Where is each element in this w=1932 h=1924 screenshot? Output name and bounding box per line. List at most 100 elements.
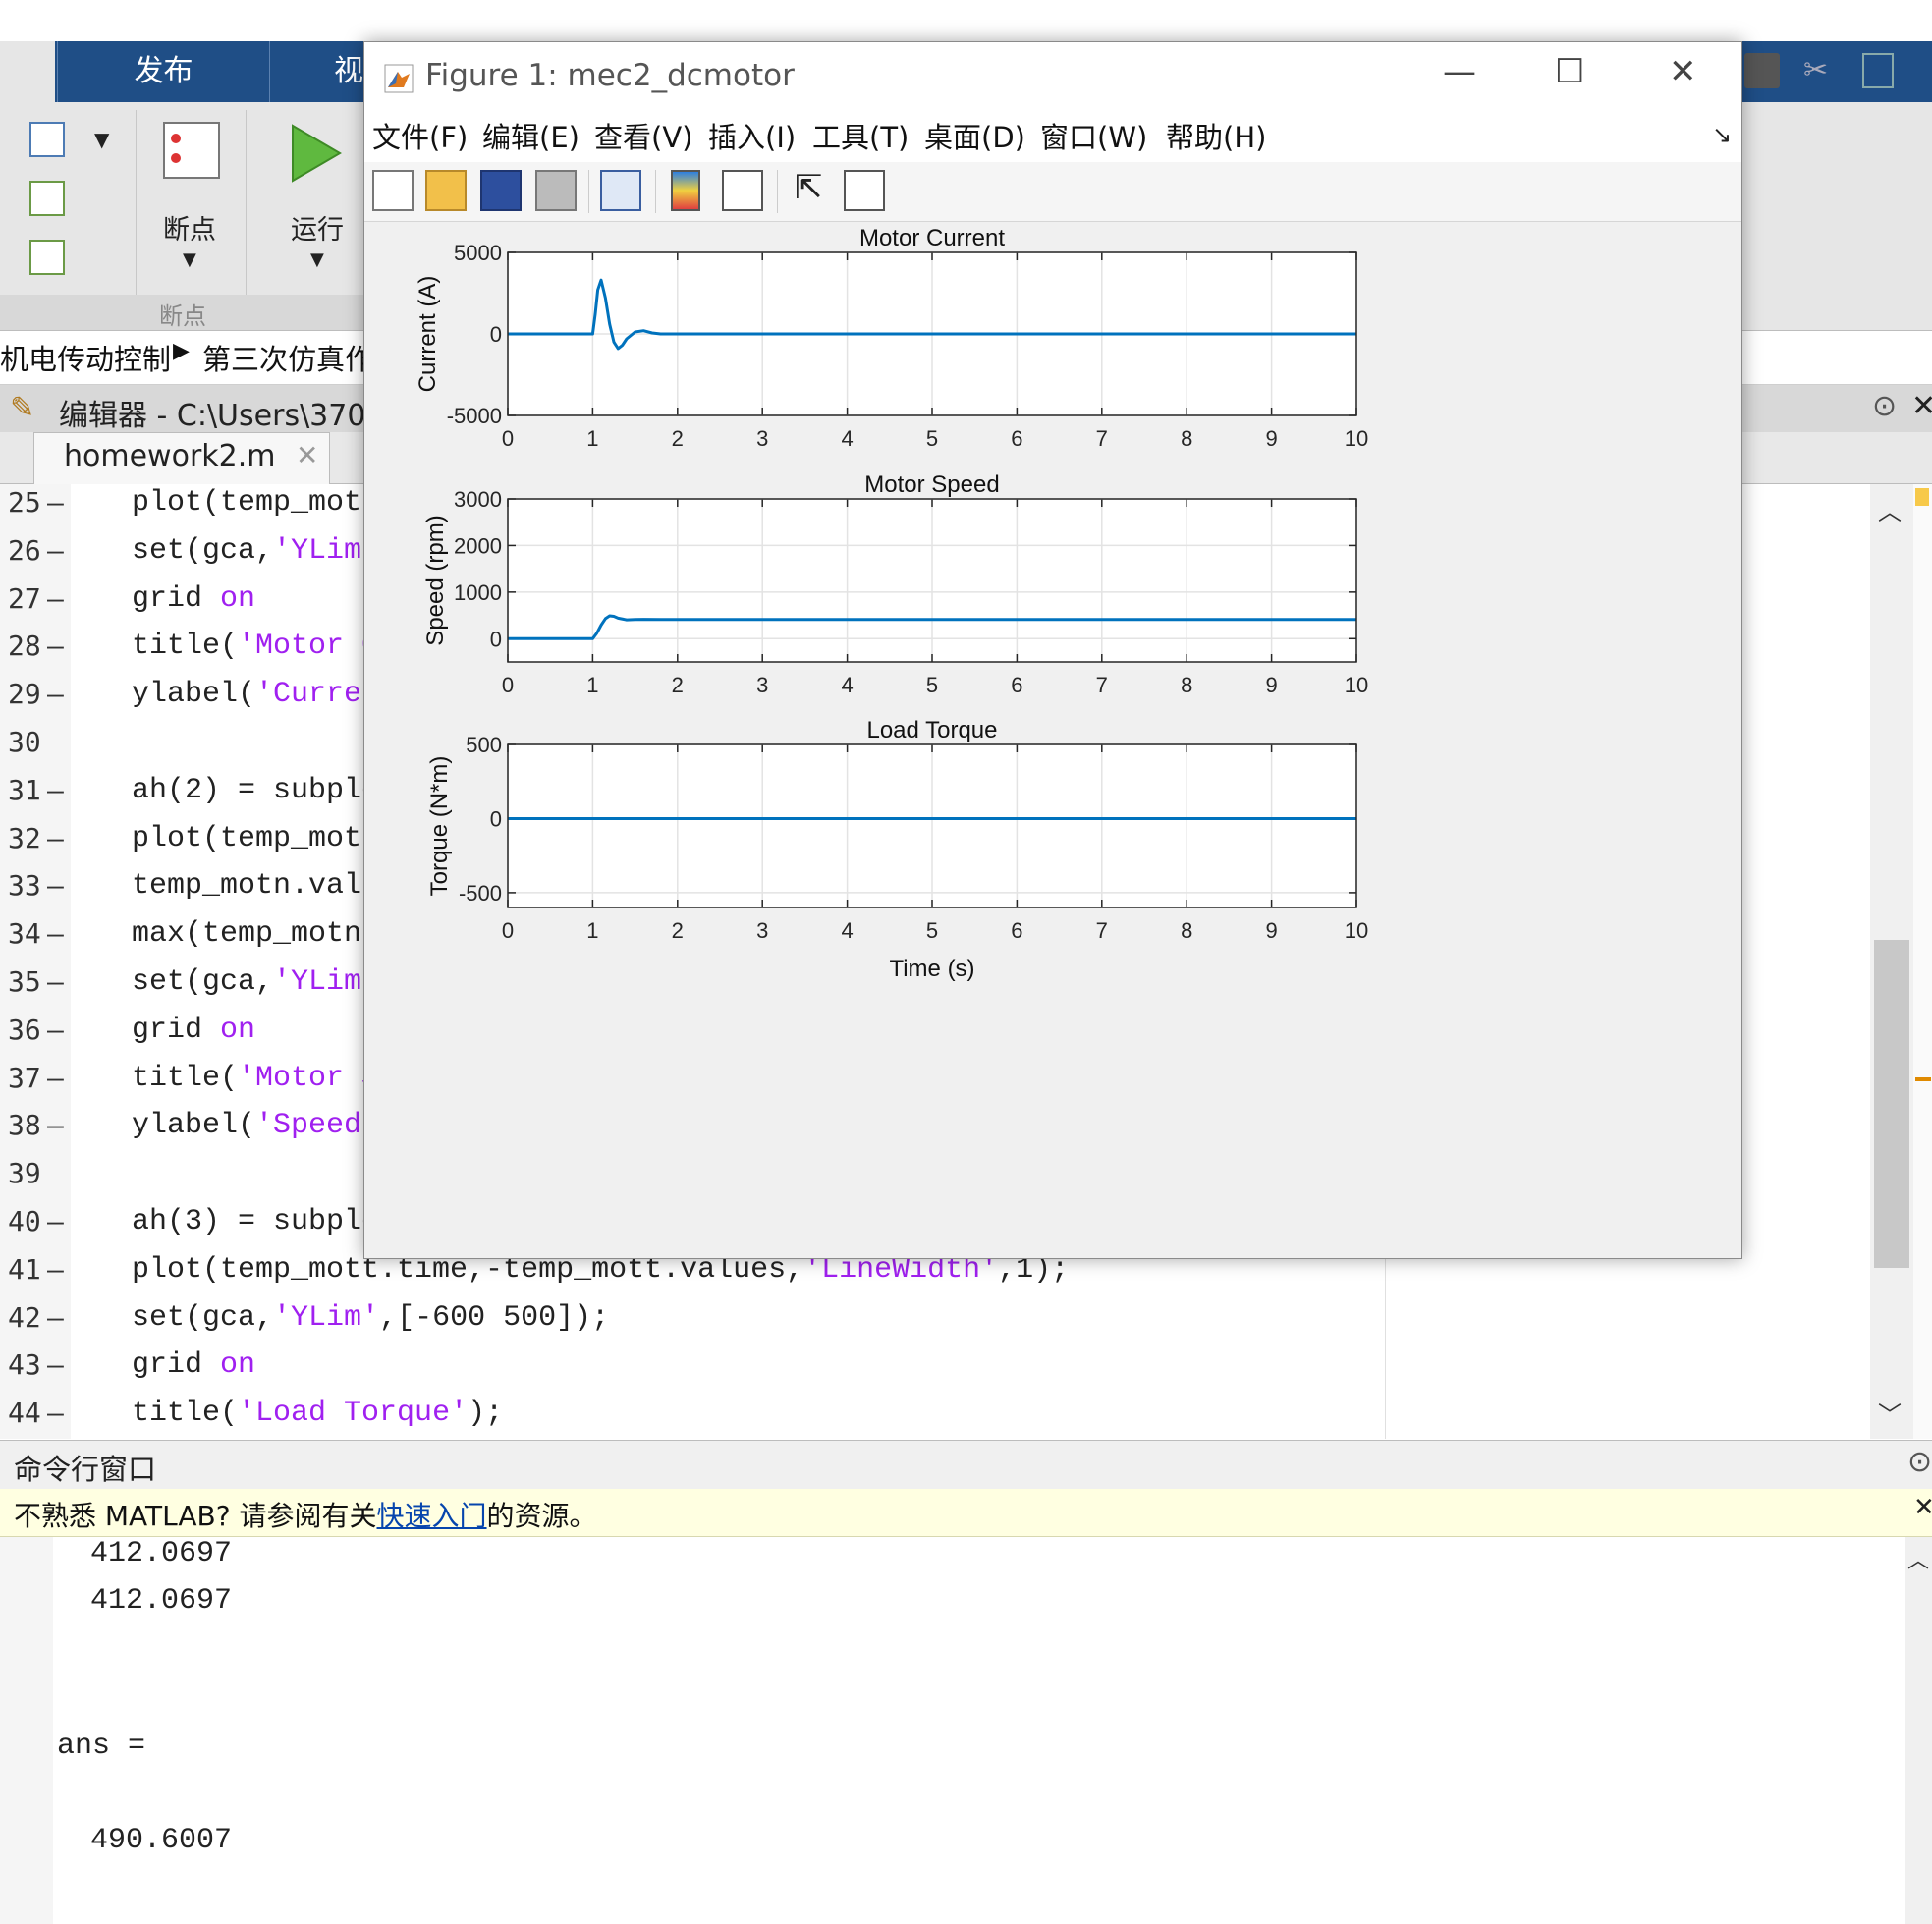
scrollbar-thumb[interactable] — [1874, 940, 1909, 1268]
close-icon[interactable]: ✕ — [1669, 52, 1697, 91]
save-icon[interactable] — [480, 170, 522, 211]
code-line[interactable]: temp_motn.valu — [132, 869, 379, 903]
menu-view[interactable]: 查看(V) — [594, 113, 692, 162]
property-editor-icon[interactable] — [844, 170, 885, 211]
breakpoint-gutter-mark[interactable]: — — [47, 1109, 64, 1141]
breadcrumb-folder[interactable]: 第三次仿真作 — [202, 337, 373, 378]
new-figure-icon[interactable] — [372, 170, 414, 211]
line-number-gutter — [0, 484, 71, 1439]
breakpoint-gutter-mark[interactable]: — — [47, 965, 64, 998]
breakpoint-gutter-mark[interactable]: — — [47, 1205, 64, 1237]
breakpoint-icon[interactable] — [163, 122, 220, 179]
code-text: ylabel( — [132, 678, 256, 712]
code-line[interactable]: ah(2) = subplo — [132, 774, 379, 807]
breakpoint-gutter-mark[interactable]: — — [47, 486, 64, 519]
legend-icon[interactable] — [722, 170, 763, 211]
code-line[interactable]: plot(temp_moti — [132, 486, 379, 520]
code-line[interactable]: ah(3) = subplo — [132, 1205, 379, 1238]
pointer-icon[interactable]: ⇱ — [795, 168, 823, 207]
breakpoint-gutter-mark[interactable]: — — [47, 1253, 64, 1286]
open-file-icon[interactable] — [425, 170, 467, 211]
code-line[interactable]: grid on — [132, 1348, 255, 1382]
breakpoint-gutter-mark[interactable]: — — [47, 1062, 64, 1094]
menu-insert[interactable]: 插入(I) — [708, 113, 796, 162]
breakpoint-gutter-mark[interactable]: — — [47, 1348, 64, 1381]
close-icon[interactable]: ✕ — [1913, 1493, 1932, 1522]
y-tick-label: 3000 — [454, 487, 502, 512]
figure-window[interactable]: Figure 1: mec2_dcmotor — ☐ ✕ 文件(F) 编辑(E)… — [363, 41, 1742, 1259]
link-plot-icon[interactable] — [600, 170, 641, 211]
figure-titlebar[interactable]: Figure 1: mec2_dcmotor — ☐ ✕ — [364, 42, 1741, 113]
code-line[interactable]: title('Motor C — [132, 630, 379, 663]
comment-icon[interactable] — [29, 181, 65, 216]
breakpoint-gutter-mark[interactable]: — — [47, 1397, 64, 1429]
editor-scrollbar[interactable]: ︿ ﹀ — [1870, 484, 1913, 1439]
scroll-up-icon[interactable]: ︿ — [1878, 492, 1902, 526]
command-scrollbar[interactable]: ︿ — [1905, 1537, 1932, 1924]
breakpoint-gutter-mark[interactable]: — — [47, 630, 64, 662]
quick-start-link[interactable]: 快速入门 — [377, 1500, 487, 1532]
analyzer-status-icon[interactable] — [1915, 488, 1929, 506]
menu-window[interactable]: 窗口(W) — [1040, 113, 1147, 162]
save-icon[interactable] — [1744, 53, 1780, 88]
code-line[interactable]: set(gca,'YLim' — [132, 534, 379, 568]
code-line[interactable]: grid on — [132, 582, 255, 616]
indent-icon[interactable] — [29, 240, 65, 275]
breakpoint-gutter-mark[interactable]: — — [47, 678, 64, 710]
code-line[interactable]: title('Load Torque'); — [132, 1397, 503, 1430]
scroll-up-icon[interactable]: ︿ — [1907, 1543, 1929, 1574]
chevron-down-icon[interactable]: ▼ — [183, 249, 196, 270]
x-tick-label: 10 — [1345, 918, 1368, 943]
print-icon[interactable] — [535, 170, 577, 211]
panel-menu-icon[interactable]: ⊙ — [1872, 389, 1897, 423]
maximize-icon[interactable]: ☐ — [1555, 52, 1584, 91]
code-text: ); — [468, 1397, 504, 1431]
ribbon-tab-publish[interactable]: 发布 — [57, 41, 270, 102]
code-line[interactable]: plot(temp_motn — [132, 822, 379, 855]
scroll-down-icon[interactable]: ﹀ — [1878, 1396, 1902, 1430]
dropdown-arrow-icon[interactable]: ▼ — [94, 128, 109, 151]
panel-menu-icon[interactable]: ⊙ — [1907, 1445, 1932, 1479]
minimize-icon[interactable]: — — [1443, 52, 1476, 91]
menu-file[interactable]: 文件(F) — [372, 113, 468, 162]
code-line[interactable]: max(temp_motn. — [132, 917, 379, 951]
breakpoint-gutter-mark[interactable]: — — [47, 1301, 64, 1334]
code-line[interactable]: ylabel('Speed — [132, 1109, 379, 1142]
string-literal: 'Load Torque' — [238, 1397, 469, 1431]
chevron-down-icon[interactable]: ▼ — [310, 249, 324, 270]
x-tick-label: 8 — [1181, 426, 1192, 451]
command-window-output[interactable]: 412.0697 412.0697 ans = 490.6007 ︿ — [0, 1537, 1932, 1924]
dock-arrow-icon[interactable]: ↘ — [1712, 121, 1732, 148]
colorbar-icon[interactable] — [671, 170, 700, 211]
menu-edit[interactable]: 编辑(E) — [482, 113, 580, 162]
cut-icon[interactable]: ✂ — [1803, 53, 1833, 88]
code-line[interactable]: set(gca,'YLim' — [132, 965, 379, 999]
editor-tab-homework2[interactable]: homework2.m ✕ — [33, 432, 330, 484]
analyzer-warning-marker[interactable] — [1915, 1077, 1931, 1081]
copy-icon[interactable] — [1862, 53, 1894, 88]
ribbon-tab-view[interactable]: 视 — [271, 41, 363, 102]
breakpoint-label[interactable]: 断点 — [163, 208, 216, 247]
breakpoint-gutter-mark[interactable]: — — [47, 869, 64, 902]
menu-tools[interactable]: 工具(T) — [812, 113, 909, 162]
run-label[interactable]: 运行 — [291, 208, 344, 247]
breakpoint-gutter-mark[interactable]: — — [47, 534, 64, 567]
menu-desktop[interactable]: 桌面(D) — [924, 113, 1025, 162]
breakpoint-gutter-mark[interactable]: — — [47, 774, 64, 806]
breadcrumb-folder[interactable]: 机电传动控制 — [0, 337, 171, 378]
code-line[interactable]: grid on — [132, 1014, 255, 1047]
insert-function-icon[interactable] — [29, 122, 65, 157]
breakpoint-gutter-mark[interactable]: — — [47, 1014, 64, 1046]
breakpoint-gutter-mark[interactable]: — — [47, 822, 64, 854]
code-line[interactable]: title('Motor S — [132, 1062, 379, 1095]
figure-canvas[interactable]: 0 1 2 3 4 5 6 7 8 9 1050000-5000Motor CurrentCurre… — [364, 221, 1741, 1258]
close-icon[interactable]: ✕ — [1911, 389, 1932, 423]
code-line[interactable]: ylabel('Curren — [132, 678, 379, 711]
breakpoint-gutter-mark[interactable]: — — [47, 917, 64, 950]
run-icon[interactable] — [289, 124, 344, 183]
close-tab-icon[interactable]: ✕ — [296, 439, 318, 471]
breakpoint-gutter-mark[interactable]: — — [47, 582, 64, 615]
menu-help[interactable]: 帮助(H) — [1166, 113, 1266, 162]
code-line[interactable]: set(gca,'YLim',[-600 500]); — [132, 1301, 609, 1335]
quick-access-bar: ✂ — [1740, 41, 1932, 102]
